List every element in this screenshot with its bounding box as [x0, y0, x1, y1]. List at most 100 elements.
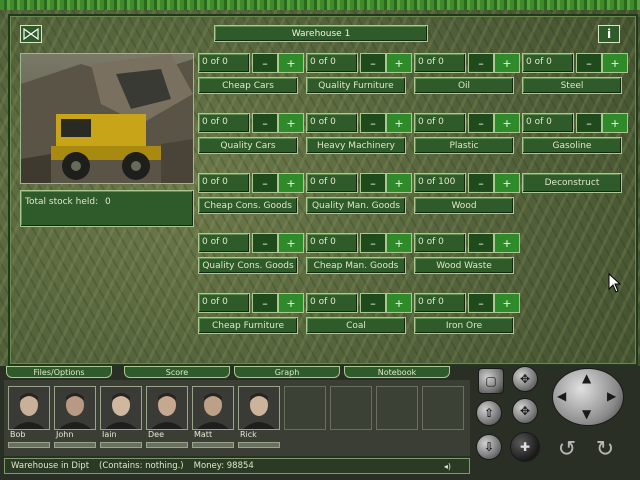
dpad-right-icon[interactable]: ▶ [607, 389, 616, 403]
staff-member[interactable]: Bob [8, 386, 50, 448]
tab-graph[interactable]: Graph [234, 366, 340, 378]
commodity-count: 0 of 0 [198, 173, 250, 193]
commodity-count: 0 of 0 [306, 113, 358, 133]
commodity-count: 0 of 0 [414, 53, 466, 73]
increase-button[interactable]: + [278, 293, 304, 313]
decrease-button[interactable]: – [252, 233, 278, 253]
commodity-item: 0 of 0– + Iron Ore [414, 293, 522, 334]
decrease-button[interactable]: – [360, 233, 386, 253]
commodity-item: 0 of 100– + Wood [414, 173, 522, 214]
increase-button[interactable]: + [278, 113, 304, 133]
empty-staff-slot[interactable] [376, 386, 418, 430]
staff-name: Matt [194, 430, 213, 439]
decrease-button[interactable]: – [576, 53, 602, 73]
increase-button[interactable]: + [494, 233, 520, 253]
decrease-button[interactable]: – [360, 113, 386, 133]
zoom-up-button[interactable]: ⇧ [476, 400, 502, 426]
game-screen: Warehouse 1 i Total stock held: 0 0 of 0… [0, 0, 640, 480]
stop-button[interactable]: ▢ [478, 368, 504, 394]
commodity-count: 0 of 0 [522, 113, 574, 133]
commodity-name: Oil [414, 77, 514, 94]
decrease-button[interactable]: – [360, 173, 386, 193]
staff-portrait[interactable] [192, 386, 234, 430]
commodity-name: Gasoline [522, 137, 622, 154]
staff-member[interactable]: Rick [238, 386, 280, 448]
empty-staff-slot[interactable] [330, 386, 372, 430]
direction-pad[interactable]: ▲ ▼ ◀ ▶ [552, 368, 624, 426]
staff-member[interactable]: Matt [192, 386, 234, 448]
decrease-button[interactable]: – [468, 293, 494, 313]
increase-button[interactable]: + [602, 53, 628, 73]
grass-strip [0, 0, 640, 10]
increase-button[interactable]: + [494, 113, 520, 133]
decrease-button[interactable]: – [468, 233, 494, 253]
commodity-name: Coal [306, 317, 406, 334]
empty-staff-slot[interactable] [422, 386, 464, 430]
tab-notebook[interactable]: Notebook [344, 366, 450, 378]
commodity-count: 0 of 0 [306, 53, 358, 73]
staff-member[interactable]: Dee [146, 386, 188, 448]
commodity-item: 0 of 0– + Coal [306, 293, 414, 334]
increase-button[interactable]: + [602, 113, 628, 133]
commodity-item: 0 of 0– + Cheap Man. Goods [306, 233, 414, 274]
staff-bar [146, 442, 188, 448]
pan-button[interactable]: ✥ [512, 398, 538, 424]
increase-button[interactable]: + [494, 173, 520, 193]
empty-staff-slot[interactable] [284, 386, 326, 430]
tab-score[interactable]: Score [124, 366, 230, 378]
decrease-button[interactable]: – [468, 173, 494, 193]
dpad-up-icon[interactable]: ▲ [582, 371, 591, 385]
staff-portrait[interactable] [146, 386, 188, 430]
decrease-button[interactable]: – [468, 53, 494, 73]
decrease-button[interactable]: – [360, 293, 386, 313]
staff-portrait[interactable] [238, 386, 280, 430]
dpad-down-icon[interactable]: ▼ [582, 407, 591, 421]
commodity-count: 0 of 0 [306, 173, 358, 193]
zoom-down-button[interactable]: ⇩ [476, 434, 502, 460]
rotate-left-icon[interactable]: ↺ [552, 436, 582, 462]
decrease-button[interactable]: – [252, 53, 278, 73]
staff-portrait[interactable] [8, 386, 50, 430]
move-icon: ✥ [519, 372, 531, 386]
increase-button[interactable]: + [278, 173, 304, 193]
decrease-button[interactable]: – [252, 113, 278, 133]
info-button[interactable]: i [598, 25, 620, 43]
tab-files-options[interactable]: Files/Options [6, 366, 112, 378]
arrow-down-icon: ⇩ [483, 440, 495, 454]
decrease-button[interactable]: – [576, 113, 602, 133]
staff-portrait[interactable] [100, 386, 142, 430]
decrease-button[interactable]: – [468, 113, 494, 133]
cross-arrows-icon: ✥ [519, 404, 531, 418]
commodity-item: 0 of 0– + Cheap Cars [198, 53, 306, 94]
staff-bar [8, 442, 50, 448]
mining-truck-image [21, 54, 193, 183]
increase-button[interactable]: + [386, 293, 412, 313]
deconstruct-button[interactable]: Deconstruct [522, 173, 622, 193]
increase-button[interactable]: + [278, 233, 304, 253]
staff-member[interactable]: Iain [100, 386, 142, 448]
commodity-item: 0 of 0– + Steel [522, 53, 630, 94]
status-contents: (Contains: nothing.) [99, 461, 184, 471]
staff-member[interactable]: John [54, 386, 96, 448]
increase-button[interactable]: + [386, 53, 412, 73]
increase-button[interactable]: + [386, 173, 412, 193]
commodity-item: 0 of 0– + Quality Cons. Goods [198, 233, 306, 274]
decrease-button[interactable]: – [252, 293, 278, 313]
dpad-left-icon[interactable]: ◀ [557, 389, 566, 403]
decrease-button[interactable]: – [360, 53, 386, 73]
staff-portrait[interactable] [54, 386, 96, 430]
center-button[interactable]: ✚ [510, 432, 540, 462]
close-window-button[interactable] [20, 25, 42, 43]
increase-button[interactable]: + [386, 113, 412, 133]
increase-button[interactable]: + [386, 233, 412, 253]
increase-button[interactable]: + [278, 53, 304, 73]
increase-button[interactable]: + [494, 293, 520, 313]
crosshair-icon: ✚ [519, 440, 531, 454]
move-button[interactable]: ✥ [512, 366, 538, 392]
decrease-button[interactable]: – [252, 173, 278, 193]
increase-button[interactable]: + [494, 53, 520, 73]
rotate-right-icon[interactable]: ↻ [590, 436, 620, 462]
commodity-count: 0 of 0 [306, 293, 358, 313]
arrow-up-icon: ⇧ [483, 406, 495, 420]
sound-icon[interactable]: ◂) [444, 462, 451, 471]
